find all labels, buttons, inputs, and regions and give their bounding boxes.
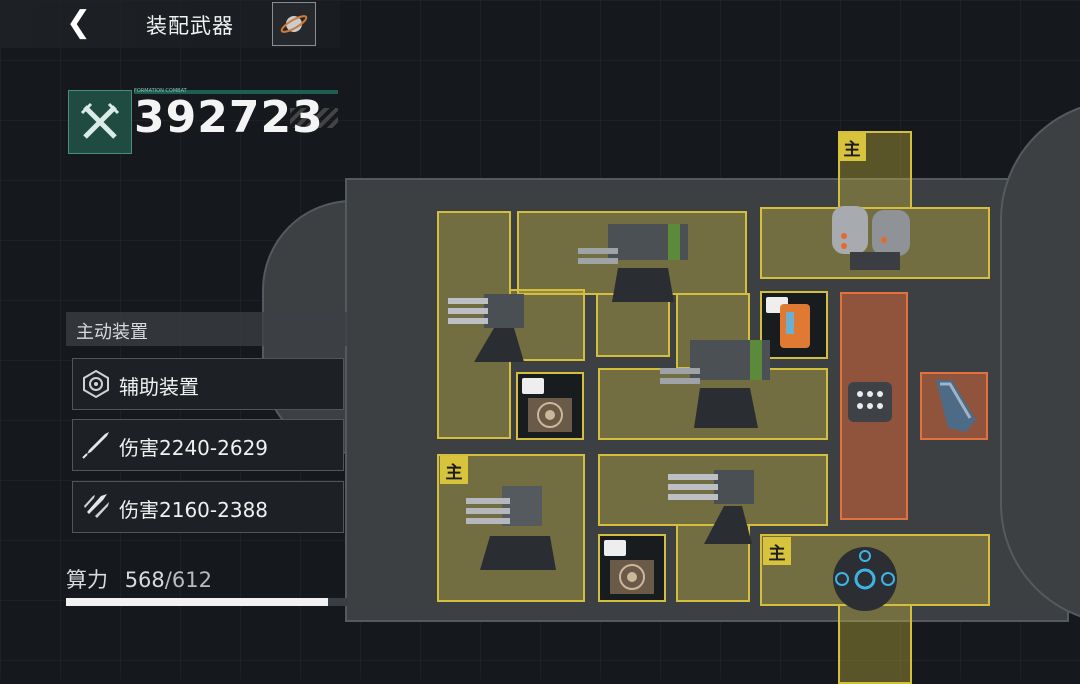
compute-bar-fill: [66, 598, 328, 606]
module-tag-icon: [604, 540, 626, 556]
circuit-module-icon: [528, 398, 572, 432]
back-button[interactable]: ❮: [66, 8, 98, 40]
shield-sphere-icon: [833, 547, 897, 611]
page-title: 装配武器: [146, 14, 234, 38]
compute-max: /612: [164, 568, 212, 592]
planet-button[interactable]: [272, 2, 316, 46]
fuel-tank-icon: [780, 304, 810, 348]
compute-power: 算力 568/612: [66, 564, 212, 594]
slot-bottom-right-stem[interactable]: [838, 604, 912, 684]
gatling-turret-icon: [668, 470, 754, 544]
gatling-turret-icon: [448, 294, 524, 362]
device-slot-label: 伤害2240-2629: [119, 436, 269, 460]
compute-label: 算力: [66, 568, 108, 592]
module-tag-icon: [522, 378, 544, 394]
radar-icon: [79, 367, 113, 401]
circuit-module-icon: [610, 560, 654, 594]
chevron-left-icon: ❮: [66, 5, 92, 40]
device-slot-damage-2[interactable]: 伤害2160-2388: [72, 481, 344, 533]
heavy-cannon-icon: [578, 224, 688, 302]
main-badge: 主: [838, 133, 866, 161]
device-slot-label: 伤害2160-2388: [119, 498, 269, 522]
cannon-turret-icon: [466, 486, 556, 570]
multi-missile-icon: [79, 490, 113, 524]
main-badge: 主: [763, 537, 791, 565]
device-slot-auxiliary[interactable]: 辅助装置: [72, 358, 344, 410]
compute-used: 568: [124, 568, 165, 592]
panel-heading-label: 主动装置: [76, 322, 148, 343]
twin-engine-icon: [832, 206, 910, 270]
combat-power-icon: [68, 90, 132, 154]
device-slot-label: 辅助装置: [119, 375, 199, 399]
ship-hull-bow: [1000, 100, 1080, 624]
planet-icon: [280, 15, 308, 33]
heavy-cannon-icon: [660, 340, 770, 428]
missile-pod-icon: [848, 382, 892, 422]
compute-bar: [66, 598, 348, 606]
combat-power-value: 392723: [134, 92, 324, 143]
missile-icon: [79, 428, 113, 462]
device-slot-damage-1[interactable]: 伤害2240-2629: [72, 419, 344, 471]
armor-plate-icon: [936, 380, 976, 432]
panel-heading: 主动装置: [66, 312, 350, 346]
